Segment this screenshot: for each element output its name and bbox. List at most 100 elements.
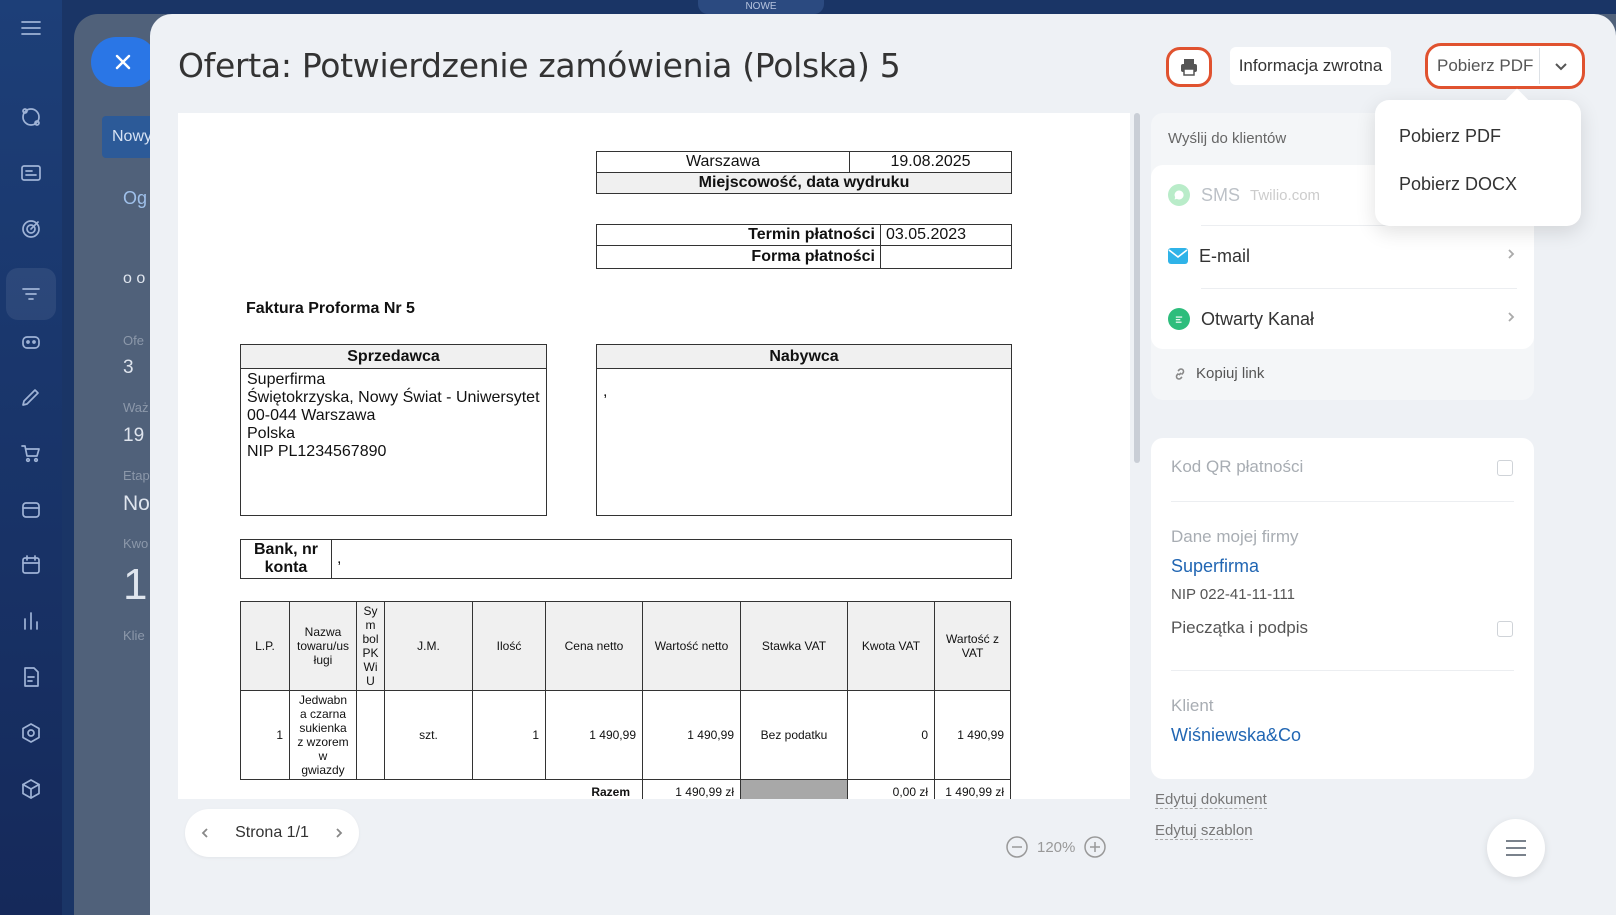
background-value: 3: [123, 357, 134, 378]
buyer-label: Nabywca: [597, 345, 1011, 369]
download-pdf-label[interactable]: Pobierz PDF: [1428, 56, 1539, 76]
background-value: 1: [123, 560, 148, 609]
payment-due-label: Termin płatności: [596, 224, 881, 246]
chart-icon[interactable]: [17, 607, 45, 635]
background-label: Ofe: [123, 333, 144, 348]
new-pill: NOWE: [698, 0, 824, 14]
seller-line: NIP PL1234567890: [247, 443, 387, 460]
company-link[interactable]: Superfirma: [1171, 556, 1259, 577]
print-date-cell: 19.08.2025: [849, 151, 1012, 173]
edit-template-link[interactable]: Edytuj szablon: [1155, 822, 1253, 840]
pager: Strona 1/1: [185, 809, 359, 857]
background-row: o o: [123, 270, 146, 287]
items-header-jm: J.M.: [384, 601, 473, 691]
sms-label: SMS: [1201, 184, 1241, 205]
cell-pkwiu: [356, 690, 385, 780]
bank-label-line: konta: [264, 559, 308, 576]
document-edit-icon[interactable]: [17, 663, 45, 691]
total-row: Razem 1 490,99 zł 0,00 zł 1 490,99 zł: [241, 779, 1011, 799]
email-arrow: [1505, 247, 1517, 265]
feedback-button[interactable]: Informacja zwrotna: [1230, 47, 1391, 85]
payment-method-value: [880, 245, 1012, 269]
items-header-pkwiu: Sy m bol PK Wi U: [356, 601, 385, 691]
menu-fab-button[interactable]: [1487, 819, 1545, 877]
background-value: No: [123, 492, 150, 515]
download-pdf-split-button[interactable]: Pobierz PDF: [1425, 43, 1585, 89]
print-button[interactable]: [1166, 47, 1212, 87]
edit-document-link[interactable]: Edytuj dokument: [1155, 791, 1267, 809]
email-label: E-mail: [1199, 245, 1251, 266]
contacts-card-icon[interactable]: [17, 159, 45, 187]
cell-jm: szt.: [384, 690, 473, 780]
background-value: 19: [123, 425, 145, 446]
chevron-right-icon: [1508, 312, 1515, 322]
cell-net-value: 1 490,99: [642, 690, 741, 780]
cell-vat-amount: 0: [847, 690, 935, 780]
download-dropdown-toggle[interactable]: [1540, 59, 1582, 73]
printer-icon: [1181, 59, 1197, 76]
cube-icon[interactable]: [17, 775, 45, 803]
zoom-in-icon[interactable]: [1083, 835, 1107, 859]
document-settings-panel: Kod QR płatności Dane mojej firmy Superf…: [1151, 438, 1534, 779]
document-slider: Oferta: Potwierdzenie zamówienia (Polska…: [150, 14, 1616, 915]
company-nip: NIP 022-41-11-111: [1171, 586, 1295, 603]
items-header-vat-amount: Kwota VAT: [847, 601, 935, 691]
copy-link-button[interactable]: Kopiuj link: [1172, 365, 1264, 382]
stamp-label: Pieczątka i podpis: [1171, 618, 1309, 637]
menu-item-download-pdf[interactable]: Pobierz PDF: [1399, 126, 1501, 147]
total-gross: 1 490,99 zł: [934, 779, 1011, 799]
seller-box: Sprzedawca Superfirma Świętokrzyska, Now…: [240, 344, 547, 516]
open-channel-icon: [1168, 308, 1190, 330]
background-label: Etap: [123, 468, 150, 483]
total-label: Razem: [591, 784, 630, 799]
cart-icon[interactable]: [17, 439, 45, 467]
items-table: L.P. Nazwa towaru/us ługi Sy m bol PK Wi…: [240, 601, 1011, 799]
client-link[interactable]: Wiśniewska&Co: [1171, 725, 1301, 746]
background-label: Klie: [123, 628, 145, 643]
whatsapp-icon: [1168, 184, 1190, 206]
store-icon[interactable]: [17, 495, 45, 523]
seller-line: Superfirma: [247, 371, 326, 388]
settings-hex-icon[interactable]: [17, 719, 45, 747]
chevron-down-icon: [1555, 63, 1567, 71]
stamp-checkbox[interactable]: [1497, 621, 1513, 637]
funnel-icon[interactable]: [17, 281, 45, 309]
calendar-icon[interactable]: [17, 551, 45, 579]
seller-line: Świętokrzyska, Nowy Świat - Uniwersytet: [247, 389, 540, 406]
list-icon: [1506, 840, 1526, 856]
open-channel-arrow: [1505, 310, 1517, 328]
proforma-title: Faktura Proforma Nr 5: [246, 300, 415, 317]
items-header-qty: Ilość: [472, 601, 546, 691]
divider: [1171, 501, 1514, 502]
menu-icon[interactable]: [17, 14, 45, 42]
total-vat-rate-blank: [740, 779, 848, 799]
chevron-left-icon[interactable]: [199, 827, 211, 839]
total-net: 1 490,99 zł: [642, 779, 741, 799]
qr-checkbox[interactable]: [1497, 460, 1513, 476]
close-slider-button[interactable]: [91, 37, 157, 87]
cell-lp: 1: [240, 690, 290, 780]
send-email-item[interactable]: E-mail: [1168, 226, 1517, 286]
qr-label: Kod QR płatności: [1171, 457, 1304, 476]
document-preview: Warszawa 19.08.2025 Miejscowość, data wy…: [178, 113, 1130, 799]
zoom-out-icon[interactable]: [1005, 835, 1029, 859]
total-vat: 0,00 zł: [847, 779, 935, 799]
payment-method-label: Forma płatności: [596, 245, 881, 269]
target-icon[interactable]: [17, 215, 45, 243]
items-header-gross: Wartość z VAT: [934, 601, 1011, 691]
app-sidebar: [0, 0, 62, 915]
cell-gross: 1 490,99: [934, 690, 1011, 780]
send-open-channel-item[interactable]: Otwarty Kanał: [1168, 289, 1517, 349]
pen-icon[interactable]: [17, 383, 45, 411]
cell-net-price: 1 490,99: [545, 690, 643, 780]
crm-icon[interactable]: [17, 103, 45, 131]
seller-details: Superfirma Świętokrzyska, Nowy Świat - U…: [241, 369, 546, 463]
chevron-right-icon[interactable]: [333, 827, 345, 839]
menu-item-download-docx[interactable]: Pobierz DOCX: [1399, 174, 1517, 195]
robot-icon[interactable]: [17, 327, 45, 355]
document-scrollbar[interactable]: [1134, 113, 1140, 463]
cell-qty: 1: [472, 690, 546, 780]
bank-value: ,: [331, 539, 1012, 579]
bank-label: Bank, nr konta: [240, 539, 332, 579]
download-dropdown-menu: Pobierz PDF Pobierz DOCX: [1375, 100, 1581, 226]
